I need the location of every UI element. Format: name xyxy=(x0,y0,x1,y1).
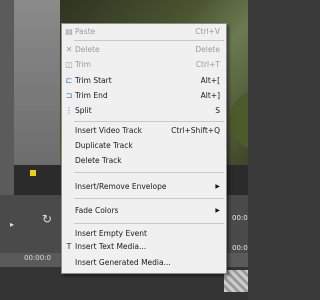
menu-separator xyxy=(74,198,224,199)
menu-item-delete[interactable]: ✕ Delete Delete xyxy=(62,44,226,56)
loop-icon[interactable]: ↻ xyxy=(42,212,52,226)
menu-item-insert-generated-media[interactable]: Insert Generated Media... xyxy=(62,257,226,269)
menu-item-insert-video-track[interactable]: Insert Video Track Ctrl+Shift+Q xyxy=(62,125,226,137)
menu-item-trim[interactable]: ◫ Trim Ctrl+T xyxy=(62,59,226,71)
media-thumbnail[interactable] xyxy=(224,270,248,292)
menu-item-insert-remove-envelope[interactable]: Insert/Remove Envelope ▶ xyxy=(62,181,226,193)
delete-icon: ✕ xyxy=(65,45,73,54)
menu-separator xyxy=(74,40,224,41)
context-menu: ▤ Paste Ctrl+V ✕ Delete Delete ◫ Trim Ct… xyxy=(61,23,227,274)
timecode-label: 00:0 xyxy=(232,214,248,222)
timecode-label: 00:0 xyxy=(232,244,248,252)
menu-item-insert-text-media[interactable]: T Insert Text Media... xyxy=(62,241,226,253)
menu-separator xyxy=(74,121,224,122)
menu-item-trim-end[interactable]: ⊐ Trim End Alt+] xyxy=(62,90,226,102)
text-media-icon: T xyxy=(66,242,72,251)
trim-end-icon: ⊐ xyxy=(65,91,73,100)
menu-separator xyxy=(74,223,224,224)
menu-separator xyxy=(74,172,224,173)
preview-border xyxy=(14,0,60,165)
menu-item-insert-empty-event[interactable]: Insert Empty Event xyxy=(62,228,226,240)
ruler-timecode: 00:00:0 xyxy=(24,254,51,262)
menu-item-duplicate-track[interactable]: Duplicate Track xyxy=(62,140,226,152)
submenu-arrow-icon: ▶ xyxy=(215,183,220,190)
marker[interactable] xyxy=(30,170,36,176)
menu-item-delete-track[interactable]: Delete Track xyxy=(62,155,226,167)
paste-icon: ▤ xyxy=(65,27,73,36)
trim-start-icon: ⊏ xyxy=(65,76,73,85)
trim-icon: ◫ xyxy=(65,60,73,69)
submenu-arrow-icon: ▶ xyxy=(215,207,220,214)
menu-item-fade-colors[interactable]: Fade Colors ▶ xyxy=(62,205,226,217)
split-icon: ⋮ xyxy=(65,106,73,115)
menu-item-split[interactable]: ⋮ Split S xyxy=(62,105,226,117)
menu-item-paste[interactable]: ▤ Paste Ctrl+V xyxy=(62,26,226,38)
menu-item-trim-start[interactable]: ⊏ Trim Start Alt+[ xyxy=(62,75,226,87)
left-panel xyxy=(0,0,14,210)
expand-icon[interactable]: ▸ xyxy=(10,220,14,229)
